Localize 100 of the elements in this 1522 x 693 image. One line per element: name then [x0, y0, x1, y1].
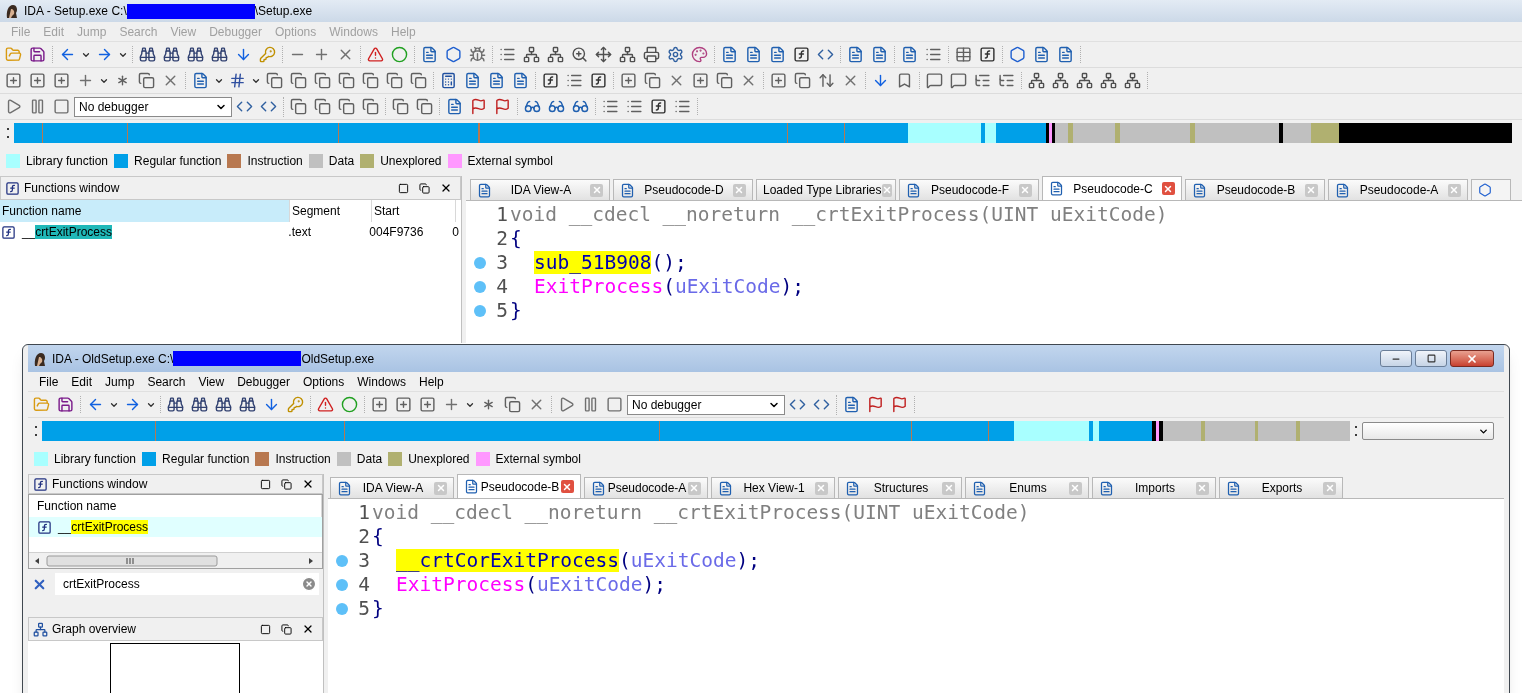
square-plus-icon[interactable]: [419, 396, 436, 413]
copy-icon[interactable]: [338, 72, 355, 89]
comment-icon[interactable]: [926, 72, 943, 89]
binoculars-icon[interactable]: [187, 46, 204, 63]
document-icon[interactable]: [901, 46, 918, 63]
printer-icon[interactable]: [643, 46, 660, 63]
menu-item[interactable]: Help: [413, 372, 449, 391]
list-icon[interactable]: [566, 72, 583, 89]
plus-icon[interactable]: [313, 46, 330, 63]
pause-icon[interactable]: [582, 396, 599, 413]
table-icon[interactable]: [955, 46, 972, 63]
document-icon[interactable]: [1057, 46, 1074, 63]
document-icon[interactable]: [843, 396, 860, 413]
menu-item[interactable]: Windows: [352, 372, 411, 391]
square-plus-icon[interactable]: [692, 72, 709, 89]
function-icon[interactable]: [650, 98, 667, 115]
tab[interactable]: IDA View-A: [470, 179, 610, 200]
menu-item[interactable]: Jump: [100, 372, 140, 391]
play-icon[interactable]: [5, 98, 22, 115]
restore-icon[interactable]: [419, 182, 430, 194]
tab-close-button[interactable]: [561, 480, 574, 493]
bug-icon[interactable]: [469, 46, 486, 63]
square-plus-icon[interactable]: [5, 72, 22, 89]
copy-icon[interactable]: [504, 396, 521, 413]
function-row[interactable]: __crtExitProcess .text 004F9736 0: [0, 222, 461, 242]
circle-icon[interactable]: [341, 396, 358, 413]
binoculars-icon[interactable]: [163, 46, 180, 63]
comment-icon[interactable]: [950, 72, 967, 89]
glasses-icon[interactable]: [524, 98, 541, 115]
menu-item[interactable]: Search: [142, 372, 191, 391]
copy-icon[interactable]: [386, 72, 403, 89]
pause-icon[interactable]: [29, 98, 46, 115]
key-icon[interactable]: [287, 396, 304, 413]
calculator-icon[interactable]: [440, 72, 457, 89]
document-icon[interactable]: [769, 46, 786, 63]
arrow-left-icon[interactable]: [87, 396, 104, 413]
square-plus-icon[interactable]: [29, 72, 46, 89]
tree-icon[interactable]: [547, 46, 564, 63]
close-icon[interactable]: [302, 478, 314, 490]
list-icon[interactable]: [925, 46, 942, 63]
hexagon-icon[interactable]: [445, 46, 462, 63]
document-icon[interactable]: [1033, 46, 1050, 63]
document-icon[interactable]: [192, 72, 209, 89]
stop-icon[interactable]: [53, 98, 70, 115]
document-icon[interactable]: [745, 46, 762, 63]
binoculars-icon[interactable]: [139, 46, 156, 63]
function-icon[interactable]: [590, 72, 607, 89]
glasses-icon[interactable]: [548, 98, 565, 115]
document-icon[interactable]: [847, 46, 864, 63]
document-icon[interactable]: [421, 46, 438, 63]
binoculars-icon[interactable]: [239, 396, 256, 413]
document-icon[interactable]: [512, 72, 529, 89]
square-plus-icon[interactable]: [620, 72, 637, 89]
function-icon[interactable]: [542, 72, 559, 89]
copy-icon[interactable]: [314, 72, 331, 89]
list-tree-icon[interactable]: [998, 72, 1015, 89]
copy-icon[interactable]: [290, 72, 307, 89]
copy-icon[interactable]: [794, 72, 811, 89]
copy-icon[interactable]: [314, 98, 331, 115]
menu-item[interactable]: Options: [297, 372, 350, 391]
arrow-right-icon[interactable]: [124, 396, 141, 413]
tree-icon[interactable]: [523, 46, 540, 63]
play-icon[interactable]: [558, 396, 575, 413]
square-plus-icon[interactable]: [770, 72, 787, 89]
arrow-down-icon[interactable]: [263, 396, 280, 413]
stop-icon[interactable]: [606, 396, 623, 413]
tree-icon[interactable]: [619, 46, 636, 63]
hash-icon[interactable]: [229, 72, 246, 89]
move-icon[interactable]: [595, 46, 612, 63]
copy-icon[interactable]: [338, 98, 355, 115]
copy-icon[interactable]: [410, 72, 427, 89]
tab[interactable]: IDA View-A: [330, 477, 454, 498]
tab-close-button[interactable]: [1162, 182, 1175, 195]
graph-viewport[interactable]: [110, 643, 240, 693]
plus-icon[interactable]: [443, 396, 460, 413]
debugger-select[interactable]: No debugger: [627, 394, 785, 415]
document-icon[interactable]: [446, 98, 463, 115]
navigation-band[interactable]: [14, 123, 1512, 143]
binoculars-icon[interactable]: [167, 396, 184, 413]
tab[interactable]: Pseudocode-B: [457, 474, 581, 498]
list-icon[interactable]: [602, 98, 619, 115]
circle-icon[interactable]: [391, 46, 408, 63]
close-button[interactable]: [1450, 350, 1494, 367]
square-plus-icon[interactable]: [371, 396, 388, 413]
copy-icon[interactable]: [266, 72, 283, 89]
tab[interactable]: Pseudocode-A: [584, 477, 708, 498]
copy-icon[interactable]: [644, 72, 661, 89]
tab[interactable]: Pseudocode-F: [899, 179, 1039, 200]
copy-icon[interactable]: [138, 72, 155, 89]
close-icon[interactable]: [302, 623, 314, 635]
debugger-select[interactable]: No debugger: [74, 96, 232, 117]
hexagon-icon[interactable]: [1009, 46, 1026, 63]
tab[interactable]: Enums: [965, 477, 1089, 498]
tab[interactable]: Loaded Type Libraries: [756, 179, 896, 200]
copy-icon[interactable]: [362, 98, 379, 115]
column-header[interactable]: Function name: [0, 200, 290, 222]
copy-icon[interactable]: [392, 98, 409, 115]
tab[interactable]: Structures: [838, 477, 962, 498]
maximize-icon[interactable]: [398, 182, 409, 194]
flag-icon[interactable]: [891, 396, 908, 413]
